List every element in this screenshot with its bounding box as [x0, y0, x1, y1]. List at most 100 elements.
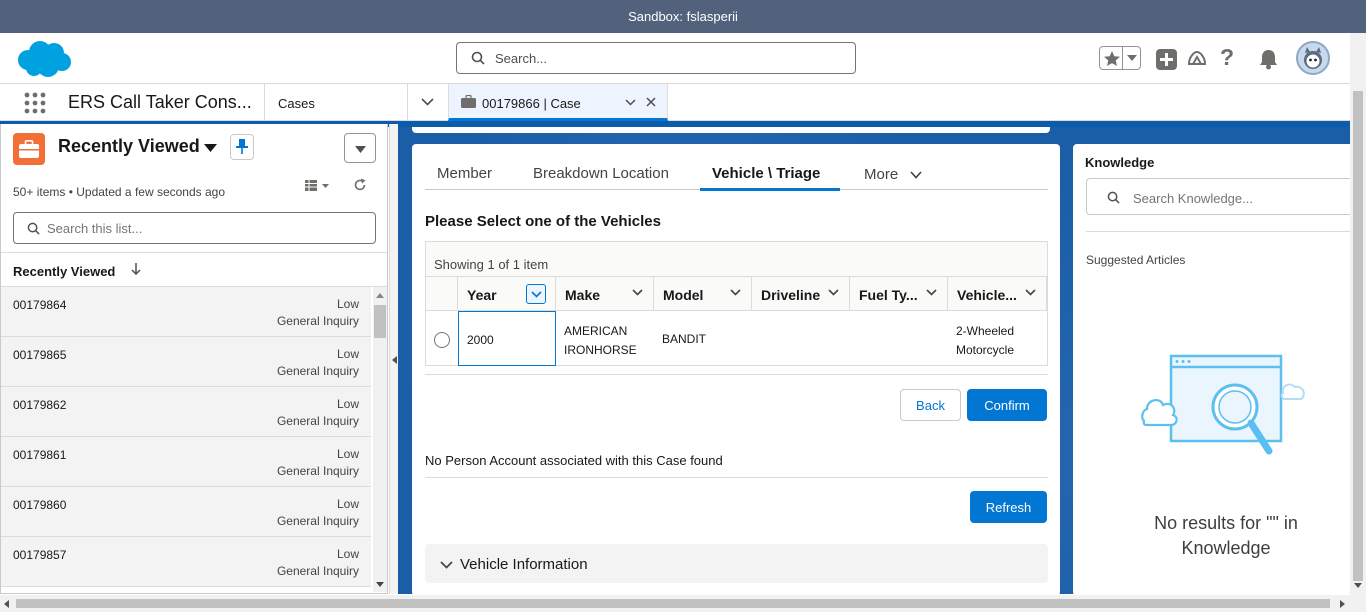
list-scrollbar[interactable]: [373, 287, 387, 592]
user-avatar[interactable]: [1296, 41, 1330, 75]
sandbox-label: Sandbox: fslasperii: [628, 9, 738, 24]
star-icon: [1104, 51, 1120, 66]
section-expand-chevron-icon[interactable]: [440, 561, 453, 569]
chevron-down-icon[interactable]: [926, 289, 937, 296]
display-as-table-icon[interactable]: [305, 180, 331, 192]
case-number[interactable]: 00179860: [13, 498, 66, 512]
page-vertical-scrollbar-thumb[interactable]: [1353, 91, 1363, 581]
notifications-bell-icon[interactable]: [1258, 48, 1279, 70]
column-header-make[interactable]: Make: [556, 276, 654, 311]
knowledge-search-box[interactable]: [1086, 178, 1350, 215]
favorites-button[interactable]: [1099, 46, 1141, 70]
close-tab-icon[interactable]: [646, 97, 656, 107]
cell-year[interactable]: 2000: [458, 311, 556, 366]
empty-state-illustration: [1141, 354, 1305, 455]
column-label: Driveline: [761, 287, 821, 303]
chevron-down-icon: [1127, 55, 1137, 61]
chevron-down-icon[interactable]: [632, 289, 643, 296]
trailhead-icon[interactable]: [1186, 48, 1208, 70]
case-number[interactable]: 00179864: [13, 298, 66, 312]
list-item[interactable]: 00179864 Low General Inquiry: [1, 287, 371, 337]
global-search-input[interactable]: [495, 48, 835, 68]
refresh-button[interactable]: Refresh: [970, 491, 1047, 523]
suggested-articles-label: Suggested Articles: [1086, 253, 1186, 267]
back-button[interactable]: Back: [900, 389, 961, 421]
list-column-header[interactable]: Recently Viewed: [1, 252, 387, 287]
pin-icon: [236, 139, 248, 154]
case-number[interactable]: 00179861: [13, 448, 66, 462]
table-row[interactable]: 2000 AMERICAN IRONHORSE BANDIT 2-Wheeled…: [426, 311, 1047, 366]
more-chevron-down-icon[interactable]: [910, 171, 922, 179]
case-priority: Low: [336, 397, 359, 411]
page-horizontal-scrollbar[interactable]: [0, 595, 1366, 612]
sandbox-banner: Sandbox: fslasperii: [0, 0, 1366, 33]
cell-make: AMERICAN IRONHORSE: [564, 322, 637, 360]
list-search-box[interactable]: [13, 212, 376, 244]
list-scrollbar-thumb[interactable]: [374, 305, 386, 338]
sort-arrow-down-icon[interactable]: [131, 263, 141, 275]
page-vertical-scrollbar[interactable]: [1350, 33, 1366, 595]
list-item[interactable]: 00179860 Low General Inquiry: [1, 487, 371, 537]
list-search-input[interactable]: [47, 219, 357, 237]
table-info-bar: Showing 1 of 1 item: [426, 242, 1047, 276]
case-briefcase-icon: [461, 95, 476, 108]
column-header-vehicle-type[interactable]: Vehicle...: [948, 276, 1047, 311]
case-number[interactable]: 00179865: [13, 348, 66, 362]
tab-vehicle-triage-label: Vehicle \ Triage: [712, 165, 821, 182]
salesforce-logo[interactable]: [14, 38, 74, 83]
nav-item-cases[interactable]: Cases: [264, 84, 408, 121]
chevron-down-icon[interactable]: [828, 289, 839, 296]
list-item[interactable]: 00179862 Low General Inquiry: [1, 387, 371, 437]
divider: [1086, 231, 1350, 232]
tab-member[interactable]: Member: [437, 165, 492, 182]
list-item[interactable]: 00179857 Low General Inquiry: [1, 537, 371, 587]
tab-more[interactable]: More: [864, 166, 898, 183]
list-view-switcher-icon[interactable]: [204, 144, 217, 152]
case-priority: Low: [336, 347, 359, 361]
pin-list-button[interactable]: [230, 134, 254, 160]
column-header-model[interactable]: Model: [654, 276, 752, 311]
global-header: ?: [0, 33, 1350, 84]
help-icon[interactable]: ?: [1220, 44, 1234, 71]
column-label: Model: [663, 287, 704, 303]
global-search[interactable]: [456, 42, 856, 74]
tab-menu-chevron-icon[interactable]: [625, 99, 636, 106]
column-header-fuel-type[interactable]: Fuel Ty...: [850, 276, 948, 311]
select-column-header: [426, 276, 458, 311]
vehicle-information-section[interactable]: Vehicle Information: [425, 544, 1048, 583]
divider: [425, 477, 1048, 478]
collapse-arrow-icon[interactable]: [392, 356, 397, 364]
tab-breakdown-location[interactable]: Breakdown Location: [533, 165, 669, 182]
chevron-down-icon[interactable]: [730, 289, 741, 296]
column-header-year[interactable]: Year: [458, 276, 556, 311]
column-label: Vehicle...: [957, 287, 1017, 303]
list-view-controls-button[interactable]: [344, 133, 376, 163]
nav-overflow-chevron-icon[interactable]: [421, 98, 434, 106]
refresh-list-icon[interactable]: [353, 178, 367, 192]
split-view-handle[interactable]: [389, 124, 398, 594]
knowledge-search-input[interactable]: [1133, 189, 1333, 207]
app-nav-bar: ERS Call Taker Cons... Cases 00179866 | …: [0, 84, 1350, 121]
list-view-title[interactable]: Recently Viewed: [58, 136, 200, 157]
app-launcher-icon[interactable]: [24, 92, 46, 114]
case-priority: Low: [336, 447, 359, 461]
case-priority: Low: [336, 297, 359, 311]
list-item[interactable]: 00179865 Low General Inquiry: [1, 337, 371, 387]
page-horizontal-scrollbar-thumb[interactable]: [16, 599, 1330, 608]
list-item[interactable]: 00179861 Low General Inquiry: [1, 437, 371, 487]
workspace-tab-case[interactable]: 00179866 | Case: [448, 84, 668, 121]
search-icon: [27, 222, 40, 235]
case-number[interactable]: 00179862: [13, 398, 66, 412]
chevron-down-icon: [355, 146, 366, 153]
list-meta: 50+ items • Updated a few seconds ago: [13, 185, 225, 199]
add-icon[interactable]: [1156, 49, 1177, 70]
tab-vehicle-triage[interactable]: Vehicle \ Triage: [700, 161, 840, 191]
vehicle-select-radio[interactable]: [434, 332, 450, 348]
chevron-down-icon[interactable]: [1025, 289, 1036, 296]
column-menu-button[interactable]: [526, 284, 546, 304]
case-number[interactable]: 00179857: [13, 548, 66, 562]
recently-viewed-panel: Recently Viewed 50+ items • Updated a fe…: [0, 124, 388, 594]
vehicle-table: Showing 1 of 1 item Year Make Model Driv…: [425, 241, 1048, 366]
confirm-button[interactable]: Confirm: [967, 389, 1047, 421]
column-header-driveline[interactable]: Driveline: [752, 276, 850, 311]
